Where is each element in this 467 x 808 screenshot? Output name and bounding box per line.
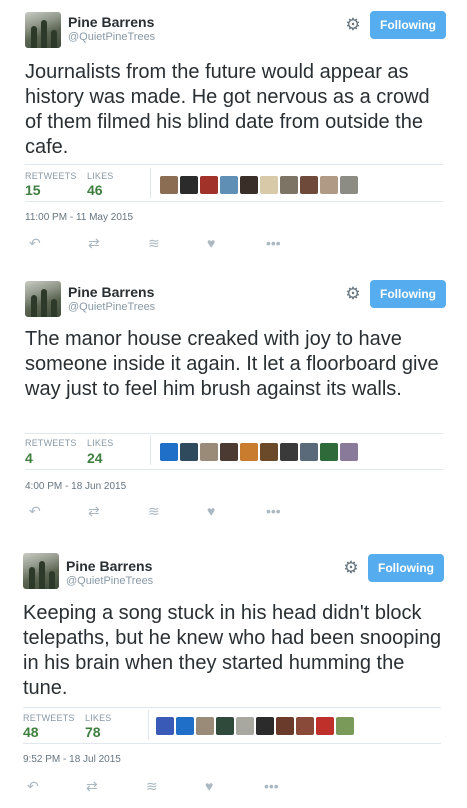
liker-avatar[interactable] bbox=[180, 176, 198, 194]
author-handle[interactable]: @QuietPineTrees bbox=[68, 301, 155, 313]
liker-avatar[interactable] bbox=[320, 176, 338, 194]
divider bbox=[148, 710, 149, 740]
likes-label[interactable]: LIKES bbox=[87, 438, 114, 448]
liker-avatar[interactable] bbox=[200, 176, 218, 194]
liker-avatar[interactable] bbox=[340, 443, 358, 461]
reply-icon[interactable]: ↶ bbox=[27, 779, 39, 793]
divider bbox=[25, 433, 443, 434]
liker-avatar[interactable] bbox=[316, 717, 334, 735]
liker-avatar[interactable] bbox=[280, 443, 298, 461]
retweet-icon[interactable]: ⇄ bbox=[88, 236, 100, 250]
liker-avatar[interactable] bbox=[260, 176, 278, 194]
likes-count[interactable]: 78 bbox=[85, 724, 101, 740]
author-handle[interactable]: @QuietPineTrees bbox=[66, 575, 153, 587]
liker-avatar[interactable] bbox=[160, 443, 178, 461]
heart-icon[interactable]: ♥ bbox=[205, 779, 213, 793]
timestamp[interactable]: 9:52 PM - 18 Jul 2015 bbox=[23, 754, 121, 765]
liker-avatar[interactable] bbox=[200, 443, 218, 461]
liker-avatar[interactable] bbox=[156, 717, 174, 735]
timestamp[interactable]: 11:00 PM - 11 May 2015 bbox=[25, 212, 133, 223]
liker-avatar[interactable] bbox=[240, 176, 258, 194]
likes-count[interactable]: 24 bbox=[87, 450, 103, 466]
liker-avatar[interactable] bbox=[216, 717, 234, 735]
gear-icon[interactable]: ⚙ bbox=[344, 16, 362, 34]
reply-icon[interactable]: ↶ bbox=[29, 236, 41, 250]
author-name[interactable]: Pine Barrens bbox=[66, 558, 152, 574]
following-button[interactable]: Following bbox=[370, 11, 446, 39]
buffer-icon[interactable]: ≋ bbox=[146, 779, 158, 793]
liker-avatar[interactable] bbox=[296, 717, 314, 735]
avatar[interactable] bbox=[23, 553, 59, 589]
gear-icon[interactable]: ⚙ bbox=[344, 285, 362, 303]
liker-avatar[interactable] bbox=[176, 717, 194, 735]
divider bbox=[25, 201, 443, 202]
liker-avatar[interactable] bbox=[280, 176, 298, 194]
more-icon[interactable]: ••• bbox=[266, 504, 281, 518]
liker-avatar[interactable] bbox=[236, 717, 254, 735]
heart-icon[interactable]: ♥ bbox=[207, 504, 215, 518]
heart-icon[interactable]: ♥ bbox=[207, 236, 215, 250]
retweets-label[interactable]: RETWEETS bbox=[23, 713, 75, 723]
liker-avatar[interactable] bbox=[220, 176, 238, 194]
reply-icon[interactable]: ↶ bbox=[29, 504, 41, 518]
divider bbox=[150, 168, 151, 198]
liker-avatar[interactable] bbox=[240, 443, 258, 461]
following-button[interactable]: Following bbox=[370, 280, 446, 308]
likes-count[interactable]: 46 bbox=[87, 182, 103, 198]
divider bbox=[25, 164, 443, 165]
more-icon[interactable]: ••• bbox=[264, 779, 279, 793]
liker-avatar[interactable] bbox=[300, 176, 318, 194]
timestamp[interactable]: 4:00 PM - 18 Jun 2015 bbox=[25, 481, 126, 492]
following-button[interactable]: Following bbox=[368, 554, 444, 582]
liker-avatar[interactable] bbox=[340, 176, 358, 194]
tweet-text: Journalists from the future would appear… bbox=[25, 61, 430, 158]
author-name[interactable]: Pine Barrens bbox=[68, 14, 154, 30]
author-name[interactable]: Pine Barrens bbox=[68, 284, 154, 300]
liker-avatar[interactable] bbox=[220, 443, 238, 461]
divider bbox=[150, 435, 151, 465]
retweet-icon[interactable]: ⇄ bbox=[86, 779, 98, 793]
divider bbox=[23, 707, 441, 708]
liker-avatar[interactable] bbox=[320, 443, 338, 461]
gear-icon[interactable]: ⚙ bbox=[342, 559, 360, 577]
divider bbox=[25, 469, 443, 470]
author-handle[interactable]: @QuietPineTrees bbox=[68, 31, 155, 43]
liker-avatar[interactable] bbox=[160, 176, 178, 194]
avatar[interactable] bbox=[25, 281, 61, 317]
retweets-count[interactable]: 4 bbox=[25, 450, 33, 466]
tweet-text: The manor house creaked with joy to have… bbox=[25, 328, 439, 400]
likes-label[interactable]: LIKES bbox=[85, 713, 112, 723]
buffer-icon[interactable]: ≋ bbox=[148, 504, 160, 518]
divider bbox=[23, 743, 441, 744]
liker-avatar[interactable] bbox=[276, 717, 294, 735]
retweets-count[interactable]: 48 bbox=[23, 724, 39, 740]
liker-avatar[interactable] bbox=[300, 443, 318, 461]
retweet-icon[interactable]: ⇄ bbox=[88, 504, 100, 518]
retweets-label[interactable]: RETWEETS bbox=[25, 171, 77, 181]
retweets-count[interactable]: 15 bbox=[25, 182, 41, 198]
avatar[interactable] bbox=[25, 12, 61, 48]
liker-avatars bbox=[160, 176, 358, 194]
liker-avatars bbox=[160, 443, 358, 461]
buffer-icon[interactable]: ≋ bbox=[148, 236, 160, 250]
liker-avatar[interactable] bbox=[336, 717, 354, 735]
liker-avatar[interactable] bbox=[180, 443, 198, 461]
liker-avatars bbox=[156, 717, 354, 735]
more-icon[interactable]: ••• bbox=[266, 236, 281, 250]
liker-avatar[interactable] bbox=[260, 443, 278, 461]
liker-avatar[interactable] bbox=[256, 717, 274, 735]
liker-avatar[interactable] bbox=[196, 717, 214, 735]
likes-label[interactable]: LIKES bbox=[87, 171, 114, 181]
retweets-label[interactable]: RETWEETS bbox=[25, 438, 77, 448]
tweet-text: Keeping a song stuck in his head didn't … bbox=[23, 602, 442, 699]
